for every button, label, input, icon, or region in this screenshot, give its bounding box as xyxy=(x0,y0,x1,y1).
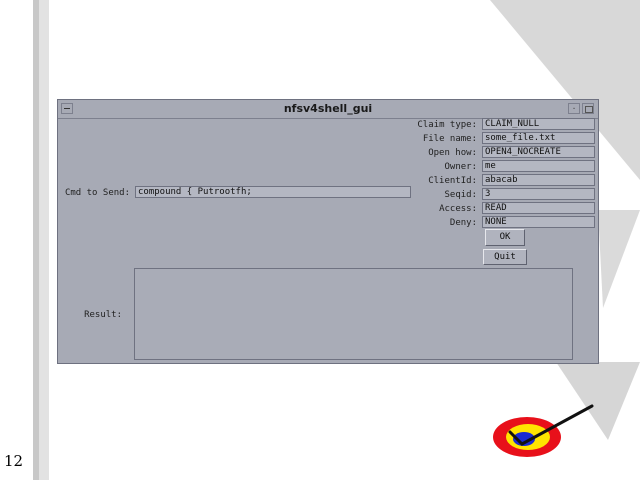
deny-label: Deny: xyxy=(449,218,477,228)
quit-button[interactable]: Quit xyxy=(483,249,527,265)
file-name-field[interactable]: some_file.txt xyxy=(482,132,595,144)
seqid-field[interactable]: 3 xyxy=(482,188,595,200)
result-output-area[interactable] xyxy=(134,268,573,360)
open-how-field[interactable]: OPEN4_NOCREATE xyxy=(482,146,595,158)
seqid-label: Seqid: xyxy=(444,190,477,200)
owner-field[interactable]: me xyxy=(482,160,595,172)
title-bar[interactable]: nfsv4shell_gui · xyxy=(58,100,598,119)
ok-button[interactable]: OK xyxy=(485,229,525,246)
result-label: Result: xyxy=(84,310,122,320)
client-id-field[interactable]: abacab xyxy=(482,174,595,186)
maximize-icon[interactable] xyxy=(582,103,594,114)
cmd-to-send-input[interactable]: compound { Putrootfh; xyxy=(135,186,411,198)
access-label: Access: xyxy=(439,204,477,214)
claim-type-field[interactable]: CLAIM_NULL xyxy=(482,118,595,130)
deny-field[interactable]: NONE xyxy=(482,216,595,228)
open-how-label: Open how: xyxy=(428,148,477,158)
file-name-label: File name: xyxy=(422,134,477,144)
claim-type-label: Claim type: xyxy=(417,120,477,130)
cmd-to-send-label: Cmd to Send: xyxy=(64,188,130,198)
owner-label: Owner: xyxy=(444,162,477,172)
window-title: nfsv4shell_gui xyxy=(283,102,373,115)
minimize-icon[interactable]: · xyxy=(568,103,580,114)
nfsv4shell-window: nfsv4shell_gui · Cmd to Send: compound {… xyxy=(57,99,599,364)
access-field[interactable]: READ xyxy=(482,202,595,214)
client-id-label: ClientId: xyxy=(428,176,477,186)
